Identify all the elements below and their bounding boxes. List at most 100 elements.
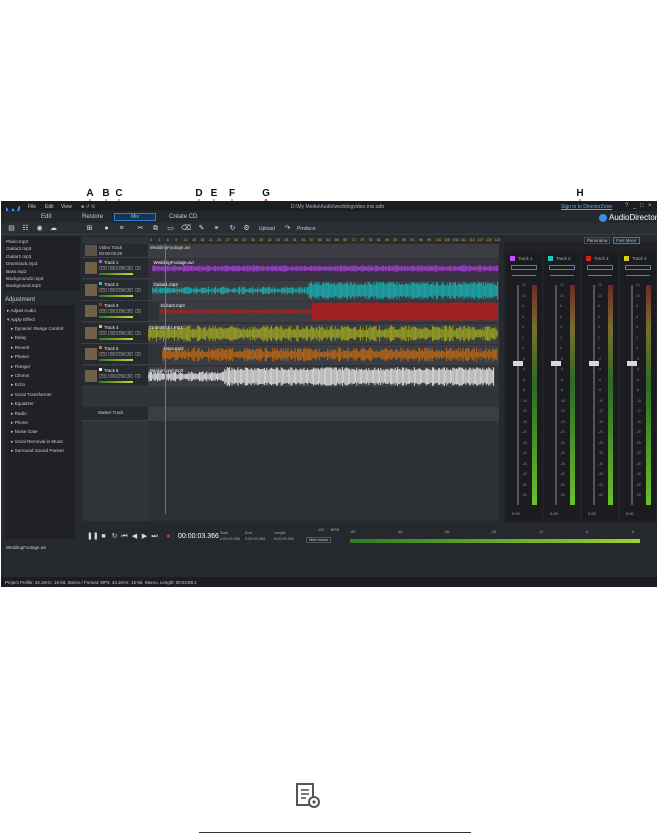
record-icon[interactable]: ● (164, 533, 173, 541)
effect-item[interactable]: ▸ Equalizer (11, 401, 34, 407)
pan-knob[interactable] (588, 275, 612, 276)
track-button[interactable]: S (135, 352, 142, 356)
effect-item[interactable]: ▸ Phone (11, 420, 28, 426)
help-button[interactable]: ? (625, 203, 628, 209)
audio-clip[interactable]: Guitar2.mp3 (158, 302, 499, 321)
track-button[interactable]: FX (99, 309, 108, 313)
track-button[interactable]: M (126, 330, 133, 335)
library-item[interactable]: Background2.mp3 (6, 276, 43, 281)
track-lane[interactable]: Background.mp3 (148, 365, 499, 387)
settings-icon[interactable]: ⚙ (242, 225, 251, 233)
effect-item[interactable]: ▸ Flanger (11, 364, 30, 370)
track-button[interactable]: M (126, 266, 133, 270)
track-button[interactable]: S (135, 266, 142, 270)
strip-buttons[interactable] (587, 265, 613, 270)
import-icon[interactable]: ▤ (7, 225, 16, 233)
cloud-icon[interactable]: ☁ (49, 225, 58, 233)
track-lane[interactable]: Guitar1.mp3 (148, 279, 499, 301)
strip-buttons[interactable] (549, 265, 575, 270)
track-button[interactable]: FX (99, 373, 108, 378)
signin-link[interactable]: Sign in to DirectorZone (561, 204, 612, 210)
master-lane[interactable] (148, 407, 499, 421)
copy-icon[interactable]: ⧉ (151, 225, 160, 233)
strip-buttons[interactable] (625, 265, 651, 270)
track-lane[interactable]: Drumtrack1.mp3 (148, 322, 499, 344)
audio-clip[interactable]: WeddingFootage.avi (151, 259, 499, 278)
library-item[interactable]: Background.mp3 (6, 283, 41, 288)
track-button[interactable]: FX (99, 266, 108, 270)
track-volume-slider[interactable] (99, 316, 133, 318)
paste-icon[interactable]: ▭ (166, 225, 175, 233)
close-button[interactable]: × (648, 203, 652, 209)
section-apply-effect[interactable]: ▾ Apply Effect (7, 317, 35, 323)
track-button[interactable]: FX (99, 330, 108, 335)
track-button[interactable]: FX (99, 352, 108, 356)
track-lane[interactable]: WeddingFootage.avi (148, 258, 499, 279)
track-button[interactable]: S (135, 330, 142, 335)
effect-item[interactable]: ▸ Echo (11, 382, 25, 388)
audio-clip[interactable]: Drumtrack1.mp3 (148, 323, 499, 343)
track-button[interactable]: Vol (108, 330, 117, 335)
mode-create-cd[interactable]: Create CD (169, 214, 197, 220)
master-track-header[interactable]: Master Track (82, 407, 148, 421)
effect-item[interactable]: ▸ Chorus (11, 373, 29, 379)
produce-icon[interactable]: ↷ (283, 225, 292, 233)
track-volume-slider[interactable] (99, 380, 133, 383)
effect-item[interactable]: ▸ Delay (11, 335, 26, 341)
maximize-button[interactable]: □ (640, 203, 644, 209)
track-button[interactable]: M (126, 309, 133, 313)
track-header[interactable]: Track 5 FX Vol Pan M S (82, 344, 148, 365)
menu-file[interactable]: File (28, 204, 36, 210)
library-item[interactable]: Bass.mp3 (6, 269, 26, 274)
empty-lane-area[interactable] (148, 421, 499, 521)
video-track-header[interactable]: Video Track 00:00:00.00 (82, 244, 148, 258)
track-header[interactable]: Track 6 FX Vol Pan M S (82, 365, 148, 387)
track-lane[interactable]: Guitar2.mp3 (148, 301, 499, 322)
track-button[interactable]: Vol (108, 309, 117, 313)
next-icon[interactable]: ▶ (140, 533, 149, 541)
track-button[interactable]: FX (99, 287, 108, 292)
library-item[interactable]: Drumtrack.mp3 (6, 261, 37, 266)
menu-view[interactable]: View (61, 204, 72, 210)
section-adjust-audio[interactable]: ▸ Adjust Audio (7, 308, 36, 314)
go-end-icon[interactable]: ⏭ (150, 533, 159, 541)
mode-edit[interactable]: Edit (41, 214, 51, 220)
track-options-icon[interactable]: ≡ (117, 225, 126, 233)
mode-mix[interactable]: Mix (114, 213, 156, 221)
track-volume-slider[interactable] (99, 359, 133, 361)
audio-clip[interactable]: Bass.mp3 (162, 345, 499, 364)
track-button[interactable]: Vol (108, 266, 117, 270)
pan-knob[interactable] (512, 275, 536, 276)
track-volume-slider[interactable] (99, 337, 133, 340)
volume-fader[interactable] (551, 361, 561, 366)
pause-icon[interactable]: ❚❚ (87, 533, 99, 541)
track-button[interactable]: M (126, 287, 133, 292)
cd-icon[interactable]: ◉ (35, 225, 44, 233)
bpm-value[interactable]: 120 (318, 528, 324, 532)
track-volume-slider[interactable] (99, 294, 133, 297)
library-item[interactable]: Piano.mp3 (6, 239, 28, 244)
audio-clip[interactable]: Guitar1.mp3 (151, 280, 499, 300)
add-track-icon[interactable]: ⊞ (85, 225, 94, 233)
record-track-icon[interactable]: ● (102, 225, 111, 233)
mix-down-icon[interactable]: ↻ (228, 225, 237, 233)
go-start-icon[interactable]: ⏮ (120, 533, 129, 541)
volume-fader[interactable] (513, 361, 523, 366)
upload-label[interactable]: Upload (259, 226, 275, 232)
track-button[interactable]: M (126, 352, 133, 356)
headphones-icon[interactable]: ⚭ (212, 225, 221, 233)
volume-fader[interactable] (589, 361, 599, 366)
track-header[interactable]: Track 2 FX Vol Pan M S (82, 279, 148, 301)
delete-icon[interactable]: ⌫ (181, 225, 191, 233)
track-header[interactable]: Track 3 FX Vol Pan M S (82, 301, 148, 322)
effect-item[interactable]: ▸ Surround Sound Panner (11, 448, 64, 454)
effect-item[interactable]: ▸ Noise Gate (11, 429, 38, 435)
track-header[interactable]: Track 1 FX Vol Pan M S (82, 258, 148, 279)
pan-knob[interactable] (626, 275, 650, 276)
cut-icon[interactable]: ✂ (136, 225, 145, 233)
effect-item[interactable]: ▸ Vocal Transformer (11, 392, 52, 398)
track-lane[interactable]: Bass.mp3 (148, 344, 499, 365)
track-button[interactable]: S (135, 309, 142, 313)
video-lane[interactable]: WeddingFootage.avi (148, 244, 499, 258)
produce-label[interactable]: Produce (297, 226, 316, 232)
